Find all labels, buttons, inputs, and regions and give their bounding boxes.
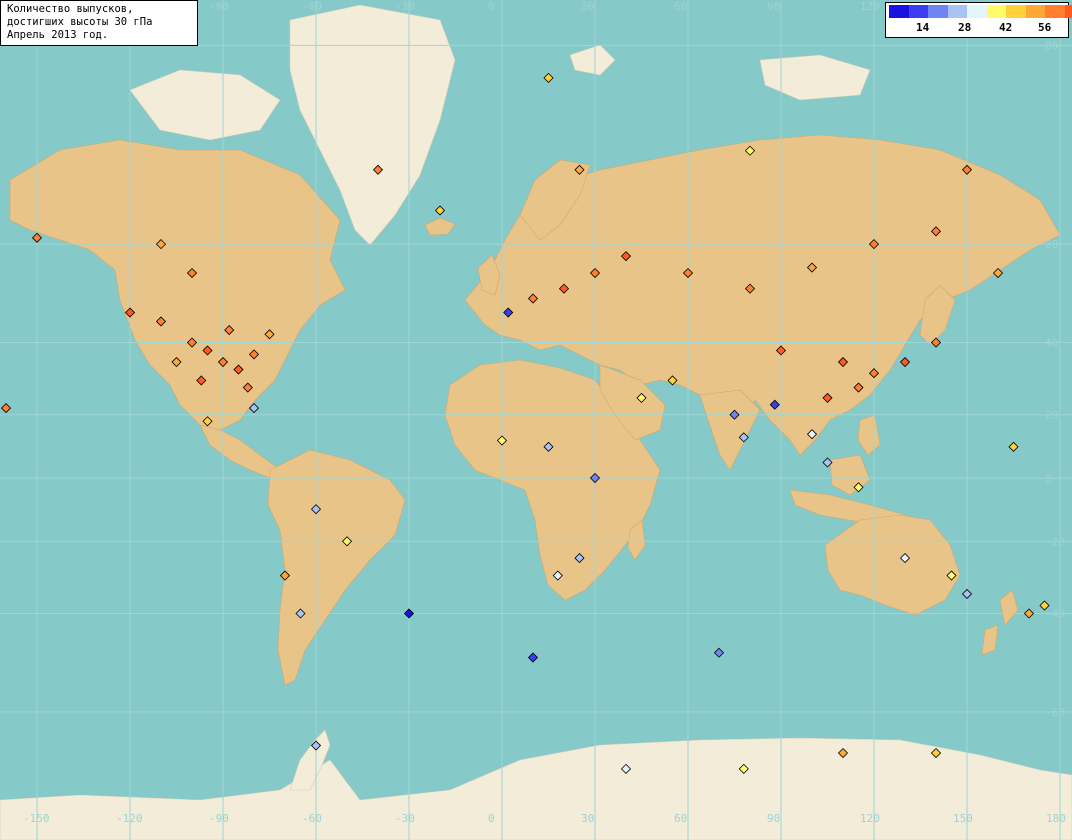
legend-swatch: [1045, 5, 1065, 18]
lon-tick-label: 60: [674, 0, 687, 13]
lon-tick-label: -90: [209, 0, 229, 13]
lon-tick-label: -30: [395, 0, 415, 13]
lat-tick-label: 60: [1045, 238, 1058, 251]
legend-labels: 14 28 42 56: [886, 21, 1068, 35]
legend-swatch: [889, 5, 909, 18]
title-box: Количество выпусков, достигших высоты 30…: [0, 0, 198, 46]
lon-tick-label: 0: [488, 0, 495, 13]
legend-swatch: [908, 5, 928, 18]
map-view[interactable]: -150-150-120-120-90-90-60-60-30-30003030…: [0, 0, 1072, 840]
lon-tick-label: 120: [860, 812, 880, 825]
legend-swatch: [1064, 5, 1072, 18]
legend-swatch: [1025, 5, 1045, 18]
title-line-3: Апрель 2013 год.: [7, 29, 109, 41]
title-line-2: достигших высоты 30 гПа: [7, 16, 153, 28]
legend-label: 14: [916, 21, 930, 34]
lon-tick-label: -90: [209, 812, 229, 825]
lon-tick-label: -60: [302, 0, 322, 13]
lon-tick-label: 90: [767, 0, 780, 13]
lon-tick-label: 30: [581, 812, 594, 825]
world-map[interactable]: -150-150-120-120-90-90-60-60-30-30003030…: [0, 0, 1072, 840]
legend-label: 28: [958, 21, 972, 34]
lon-tick-label: 0: [488, 812, 495, 825]
lon-tick-label: -150: [23, 812, 50, 825]
lat-tick-label: 40: [1045, 337, 1058, 350]
lon-tick-label: 180: [1046, 812, 1066, 825]
legend-swatches: [889, 5, 1072, 18]
legend-swatch: [967, 5, 987, 18]
title-line-1: Количество выпусков,: [7, 3, 134, 15]
lon-tick-label: 150: [953, 812, 973, 825]
lon-tick-label: -30: [395, 812, 415, 825]
legend-label: 56: [1038, 21, 1052, 34]
lon-tick-label: -120: [116, 812, 143, 825]
lon-tick-label: 90: [767, 812, 780, 825]
lat-tick-label: 20: [1045, 409, 1058, 422]
legend-swatch: [1006, 5, 1026, 18]
lon-tick-label: 120: [860, 0, 880, 13]
color-legend: 14 28 42 56: [885, 2, 1072, 38]
legend-swatch: [947, 5, 967, 18]
lat-tick-label: -20: [1045, 535, 1065, 548]
legend-swatch: [986, 5, 1006, 18]
lat-tick-label: 80: [1045, 39, 1058, 52]
lat-tick-label: -40: [1045, 607, 1065, 620]
lat-tick-label: -60: [1045, 706, 1065, 719]
lon-tick-label: -60: [302, 812, 322, 825]
legend-swatch: [928, 5, 948, 18]
lon-tick-label: 30: [581, 0, 594, 13]
lat-tick-label: 0: [1045, 472, 1052, 485]
legend-label: 42: [999, 21, 1013, 34]
lon-tick-label: 60: [674, 812, 687, 825]
